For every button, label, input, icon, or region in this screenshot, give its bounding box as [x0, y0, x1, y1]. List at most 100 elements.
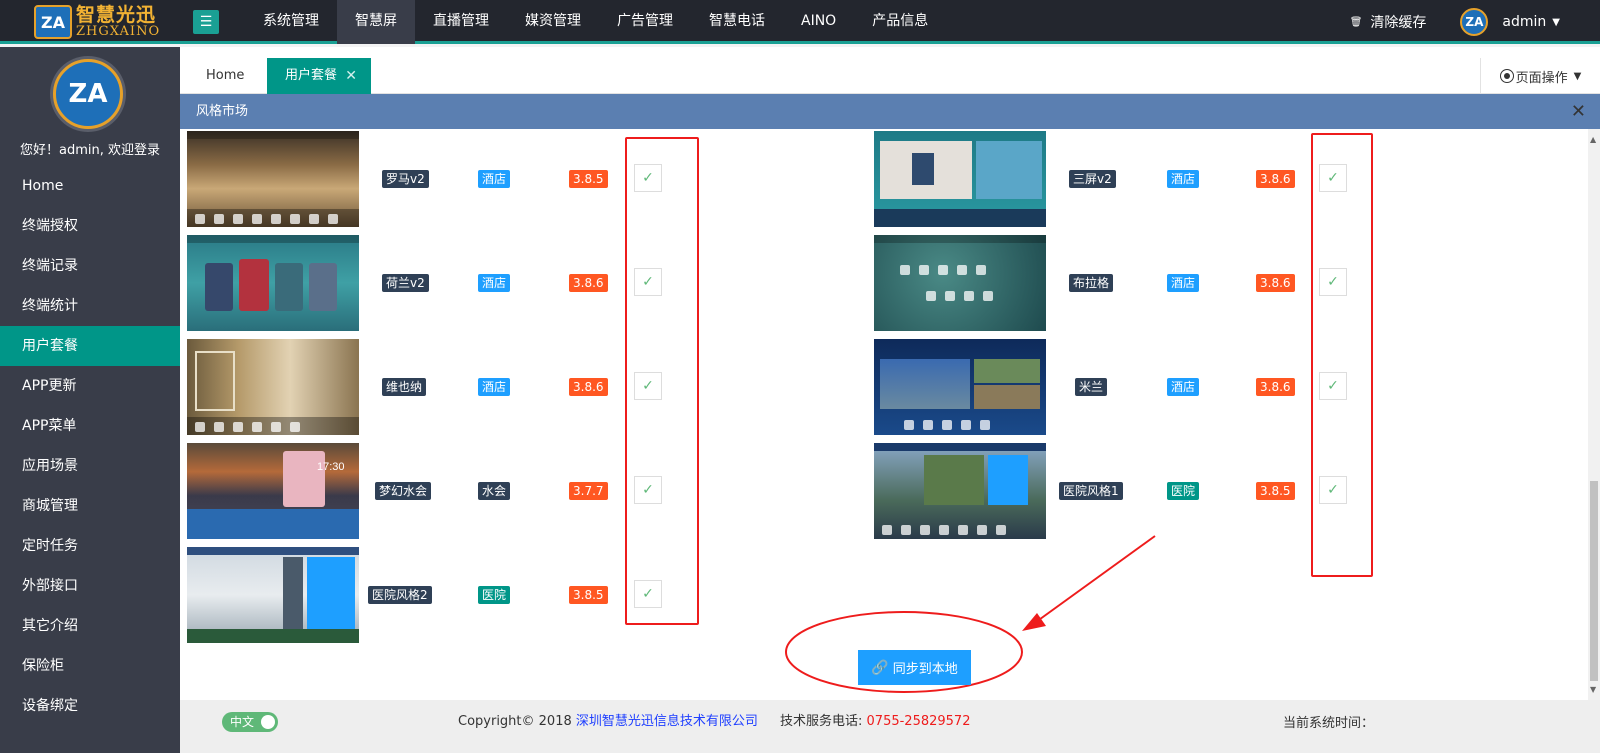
sidebar-item-safe[interactable]: 保险柜: [0, 646, 180, 686]
language-toggle[interactable]: 中文: [222, 712, 278, 732]
logo: ZA 智慧光迅 ZHGXAINO: [0, 0, 180, 44]
style-name-tag: 米兰: [1075, 378, 1108, 396]
list-item: 三屏v2 酒店 3.8.6 ✓: [874, 131, 1374, 227]
style-thumbnail: [187, 131, 359, 227]
category-tag: 酒店: [1167, 378, 1200, 396]
list-item: 罗马v2 酒店 3.8.5 ✓: [187, 131, 687, 227]
sidebar-item-other-intro[interactable]: 其它介绍: [0, 606, 180, 646]
user-name[interactable]: admin: [1502, 14, 1546, 30]
category-tag: 医院: [1167, 482, 1200, 500]
page-operations-label: 页面操作: [1515, 70, 1568, 86]
modal-header: 风格市场 ✕: [180, 94, 1600, 129]
style-thumbnail: 17:30: [187, 443, 359, 539]
list-item: 维也纳 酒店 3.8.6 ✓: [187, 339, 687, 435]
style-market-list: 罗马v2 酒店 3.8.5 ✓ 荷兰v2 酒店 3.8.6 ✓ 维也纳 酒店 3…: [180, 129, 1600, 700]
list-item: 米兰 酒店 3.8.6 ✓: [874, 339, 1374, 435]
style-name-tag: 罗马v2: [382, 170, 429, 188]
style-name-tag: 医院风格2: [368, 586, 432, 604]
copyright: Copyright© 2018 深圳智慧光迅信息技术有限公司: [458, 714, 758, 729]
clear-cache-label: 清除缓存: [1370, 15, 1427, 31]
category-tag: 酒店: [1167, 274, 1200, 292]
sidebar-item-scheduled-tasks[interactable]: 定时任务: [0, 526, 180, 566]
version-tag: 3.8.6: [569, 274, 608, 292]
logo-badge: ZA: [34, 5, 72, 39]
topnav-item-smart-screen[interactable]: 智慧屏: [337, 0, 415, 44]
style-thumbnail: [187, 235, 359, 331]
style-name-tag: 维也纳: [382, 378, 427, 396]
style-thumbnail: [874, 131, 1046, 227]
scroll-up-icon[interactable]: ▲: [1590, 135, 1596, 144]
scrollbar[interactable]: ▲ ▼: [1588, 129, 1600, 700]
chevron-down-icon[interactable]: ▼: [1552, 17, 1560, 28]
version-tag: 3.8.6: [1256, 274, 1295, 292]
tab-user-package[interactable]: 用户套餐 ✕: [267, 58, 371, 94]
menu-toggle-icon: ☰: [199, 14, 213, 30]
list-item: 医院风格1 医院 3.8.5 ✓: [874, 443, 1374, 539]
company-link[interactable]: 深圳智慧光迅信息技术有限公司: [576, 714, 758, 729]
sidebar-item-home[interactable]: Home: [0, 166, 180, 206]
sidebar-item-scenes[interactable]: 应用场景: [0, 446, 180, 486]
style-thumbnail: [874, 443, 1046, 539]
tab-home[interactable]: Home: [206, 58, 244, 94]
sidebar-item-external-api[interactable]: 外部接口: [0, 566, 180, 606]
topnav-item-product[interactable]: 产品信息: [854, 0, 946, 44]
welcome-text: 您好！admin, 欢迎登录: [20, 143, 160, 158]
style-thumbnail: [874, 339, 1046, 435]
modal-close-icon[interactable]: ✕: [1571, 94, 1586, 129]
tab-user-package-label: 用户套餐: [285, 68, 338, 83]
user-avatar[interactable]: ZA: [1460, 8, 1489, 36]
topnav-item-media[interactable]: 媒资管理: [507, 0, 599, 44]
version-tag: 3.8.6: [1256, 170, 1295, 188]
clear-cache-button[interactable]: 🗑 清除缓存: [1350, 12, 1427, 32]
style-name-tag: 荷兰v2: [382, 274, 429, 292]
topnav-item-aino[interactable]: AINO: [783, 0, 854, 44]
menu-toggle-button[interactable]: ☰: [193, 10, 219, 34]
list-item: 布拉格 酒店 3.8.6 ✓: [874, 235, 1374, 331]
modal-title: 风格市场: [196, 104, 249, 119]
footer: 中文 Copyright© 2018 深圳智慧光迅信息技术有限公司 技术服务电话…: [180, 700, 1600, 753]
link-icon: 🔗: [871, 659, 889, 676]
sync-button-label: 同步到本地: [892, 662, 958, 677]
category-tag: 水会: [478, 482, 511, 500]
style-thumbnail: [874, 235, 1046, 331]
sidebar-item-app-menu[interactable]: APP菜单: [0, 406, 180, 446]
sidebar-item-device-binding[interactable]: 设备绑定: [0, 686, 180, 726]
sidebar-item-user-package[interactable]: 用户套餐: [0, 326, 180, 366]
toggle-knob: [261, 715, 275, 729]
list-item: 17:30 梦幻水会 水会 3.7.7 ✓: [187, 443, 687, 539]
version-tag: 3.7.7: [569, 482, 608, 500]
annotation-box-left: [625, 137, 699, 625]
scrollbar-thumb[interactable]: [1590, 481, 1598, 681]
style-name-tag: 梦幻水会: [375, 482, 432, 500]
sidebar-item-terminal-auth[interactable]: 终端授权: [0, 206, 180, 246]
top-nav: 系统管理 智慧屏 直播管理 媒资管理 广告管理 智慧电话 AINO 产品信息: [245, 0, 946, 44]
annotation-arrow-head: [1022, 613, 1046, 631]
scroll-down-icon[interactable]: ▼: [1590, 685, 1596, 694]
page-operations-dropdown[interactable]: 页面操作 ▼: [1480, 58, 1600, 94]
sidebar-menu: Home 终端授权 终端记录 终端统计 用户套餐 APP更新 APP菜单 应用场…: [0, 166, 180, 726]
sidebar-item-terminal-records[interactable]: 终端记录: [0, 246, 180, 286]
sidebar-item-app-update[interactable]: APP更新: [0, 366, 180, 406]
sync-to-local-button[interactable]: 🔗 同步到本地: [858, 650, 971, 685]
annotation-box-right: [1311, 133, 1373, 577]
system-time-label: 当前系统时间：: [1283, 716, 1375, 731]
topnav-item-phone[interactable]: 智慧电话: [691, 0, 783, 44]
target-icon: [1499, 69, 1514, 83]
topnav-item-system[interactable]: 系统管理: [245, 0, 337, 44]
support-tel: 0755-25829572: [866, 714, 971, 729]
logo-text-en: ZHGXAINO: [76, 24, 161, 39]
close-icon[interactable]: ✕: [345, 58, 357, 94]
chevron-down-icon: ▼: [1573, 70, 1582, 82]
version-tag: 3.8.5: [569, 170, 608, 188]
tab-bar: Home 用户套餐 ✕ 页面操作 ▼: [180, 47, 1600, 94]
category-tag: 医院: [478, 586, 511, 604]
style-thumbnail: [187, 339, 359, 435]
annotation-arrow-line: [1035, 535, 1156, 623]
version-tag: 3.8.6: [1256, 378, 1295, 396]
topnav-item-live[interactable]: 直播管理: [415, 0, 507, 44]
version-tag: 3.8.5: [1256, 482, 1295, 500]
sidebar-item-mall[interactable]: 商城管理: [0, 486, 180, 526]
sidebar-item-terminal-stats[interactable]: 终端统计: [0, 286, 180, 326]
topnav-item-ads[interactable]: 广告管理: [599, 0, 691, 44]
category-tag: 酒店: [478, 170, 511, 188]
